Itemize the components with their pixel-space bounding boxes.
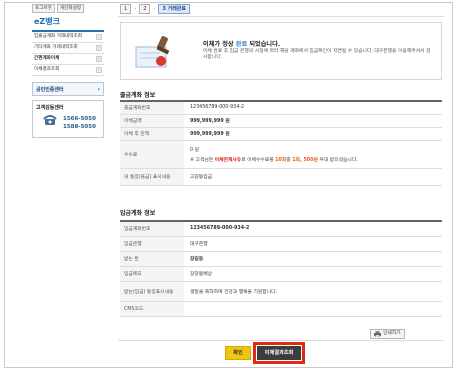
sidebar-item-transfer-result[interactable]: 이체결과조회 › (32, 65, 104, 76)
customer-center-title: 고객감동센터 (36, 105, 64, 111)
deposit-info-table: 입금계좌번호 123456789-000-934-2 입금은행 대구은행 받는 … (120, 220, 442, 317)
banner-text: 이체 완료 후 입금 은행의 사정에 따라 해당 계좌에서 입금확인이 지연될 … (203, 49, 431, 60)
completion-banner: 이체가 정상 완료 되었습니다. 이체 완료 후 입금 은행의 사정에 따라 해… (120, 22, 442, 80)
sidebar-item-label: 간편계좌이체 (34, 56, 60, 61)
table-row: 입금메모 장길동배상 (120, 266, 442, 282)
transfer-amount-value: 999,999,999 원 (184, 114, 442, 128)
row-label: 받는(입금) 통장표시내용 (120, 281, 184, 302)
sidebar-item-label: 이체결과조회 (34, 67, 60, 72)
row-label: 출금계좌번호 (120, 101, 184, 115)
table-row: 이체 후 잔액 999,999,999 원 (120, 127, 442, 141)
chevron-right-icon: › (96, 56, 102, 62)
table-row: 입금계좌번호 123456789-000-934-2 (120, 221, 442, 237)
printer-icon (374, 331, 381, 337)
withdraw-section-title: 출금계좌 정보 (120, 92, 156, 99)
balance-after-value: 999,999,999 원 (184, 127, 442, 141)
deposit-account-value: 123456789-000-934-2 (184, 221, 442, 237)
sidebar-item-simple-transfer[interactable]: 간편계좌이체 › (32, 54, 104, 65)
banner-title-suffix: 되었습니다. (247, 41, 281, 48)
receiver-memo-value: 생일을 축하하며 건강과 행복을 기원합니다. (184, 281, 442, 302)
step-3-complete: 3 거래완료 (158, 4, 190, 14)
receiver-value: 장길동 (184, 251, 442, 267)
sidebar-top-buttons: 로그아웃 개인화설정 (32, 4, 104, 13)
row-label: 이체금액 (120, 114, 184, 128)
banner-title-prefix: 이체가 정상 (203, 41, 236, 48)
table-row: 출금계좌번호 123456789-000-934-2 (120, 101, 442, 115)
approval-stamp-icon (135, 36, 170, 68)
fee-count: 10회 (275, 157, 287, 163)
ok-button[interactable]: 확인 (225, 346, 251, 360)
table-row: 이체금액 999,999,999 원 (120, 114, 442, 128)
step-separator: › (153, 6, 156, 12)
divider (118, 340, 444, 341)
step-separator: › (134, 6, 137, 12)
banner-title-highlight: 완료 (235, 41, 248, 48)
fee-note-text: 우대 받으셨습니다. (317, 157, 358, 163)
sidebar-menu: 입출금계좌 거래내역조회 › 기타계좌 거래내역조회 › 간편계좌이체 › 이체… (32, 30, 104, 76)
table-row: 수수료 0 원 ※ 고객님은 이체면제사유로 이체수수료를 10회중 1회, 5… (120, 140, 442, 169)
deposit-bank-value: 대구은행 (184, 236, 442, 252)
fee-value: 0 원 (190, 147, 199, 153)
divider (118, 16, 444, 17)
deposit-section-title: 입금계좌 정보 (120, 210, 156, 217)
chevron-right-icon: › (96, 34, 102, 40)
withdraw-info-table: 출금계좌번호 123456789-000-934-2 이체금액 999,999,… (120, 100, 442, 186)
row-label: 수수료 (120, 140, 184, 169)
cert-center-label: 공인인증센터 (36, 86, 64, 93)
deposit-memo-value: 장길동배상 (184, 266, 442, 282)
row-label: 입금은행 (120, 236, 184, 252)
fee-discount: 1회, 500원 (292, 157, 318, 163)
row-label: 입금메모 (120, 266, 184, 282)
chevron-right-icon: › (97, 85, 100, 93)
fee-cell: 0 원 ※ 고객님은 이체면제사유로 이체수수료를 10회중 1회, 500원 … (184, 140, 442, 169)
row-label: 이체 후 잔액 (120, 127, 184, 141)
sidebar: 로그아웃 개인화설정 eZ뱅크 입출금계좌 거래내역조회 › 기타계좌 거래내역… (32, 4, 104, 138)
fee-note: ※ 고객님은 이체면제사유로 이체수수료를 10회중 1회, 500원 우대 받… (190, 156, 436, 163)
chevron-right-icon: › (96, 67, 102, 73)
table-row: 받는(입금) 통장표시내용 생일을 축하하며 건강과 행복을 기원합니다. (120, 281, 442, 302)
sidebar-item-other-accounts[interactable]: 기타계좌 거래내역조회 › (32, 43, 104, 54)
row-label: 받는 분 (120, 251, 184, 267)
table-row: CMS코드 (120, 301, 442, 317)
brand-title: eZ뱅크 (34, 17, 60, 26)
cms-code-value (184, 301, 442, 317)
banner-title: 이체가 정상 완료 되었습니다. (203, 39, 280, 48)
row-label: 입금계좌번호 (120, 221, 184, 237)
fee-note-text: ※ 고객님은 (190, 157, 215, 163)
withdraw-account-value: 123456789-000-934-2 (184, 101, 442, 115)
sidebar-item-account-history[interactable]: 입출금계좌 거래내역조회 › (32, 32, 104, 43)
customer-center-phones: 1566-5050 1588-5050 (63, 115, 96, 131)
transfer-result-button[interactable]: 이체결과조회 (257, 346, 301, 360)
table-row: 받는 분 장길동 (120, 251, 442, 267)
step-indicator: 1 › 2 › 3 거래완료 (120, 4, 190, 14)
cert-center-link[interactable]: 공인인증센터 › (32, 82, 104, 96)
table-row: 입금은행 대구은행 (120, 236, 442, 252)
logout-button[interactable]: 로그아웃 (32, 4, 55, 13)
fee-note-text: 로 이체수수료를 (241, 157, 276, 163)
print-label: 인쇄하기 (383, 331, 401, 336)
phone-icon (43, 115, 57, 125)
customer-center-box: 고객감동센터 1566-5050 1588-5050 (32, 100, 104, 138)
table-row: 내 통장(출금) 표시내용 고길동입금 (120, 168, 442, 186)
fee-exemption-reason: 이체면제사유 (214, 157, 242, 163)
phone-number: 1566-5050 (63, 116, 96, 122)
phone-number: 1588-5050 (63, 124, 96, 130)
step-1: 1 (120, 4, 132, 14)
row-label: CMS코드 (120, 301, 184, 317)
sidebar-item-label: 입출금계좌 거래내역조회 (34, 34, 82, 39)
personal-settings-button[interactable]: 개인화설정 (56, 4, 85, 13)
withdraw-memo-value: 고길동입금 (184, 168, 442, 186)
chevron-right-icon: › (96, 45, 102, 51)
step-2: 2 (139, 4, 151, 14)
sidebar-item-label: 기타계좌 거래내역조회 (34, 45, 78, 50)
print-button[interactable]: 인쇄하기 (370, 329, 405, 339)
row-label: 내 통장(출금) 표시내용 (120, 168, 184, 186)
